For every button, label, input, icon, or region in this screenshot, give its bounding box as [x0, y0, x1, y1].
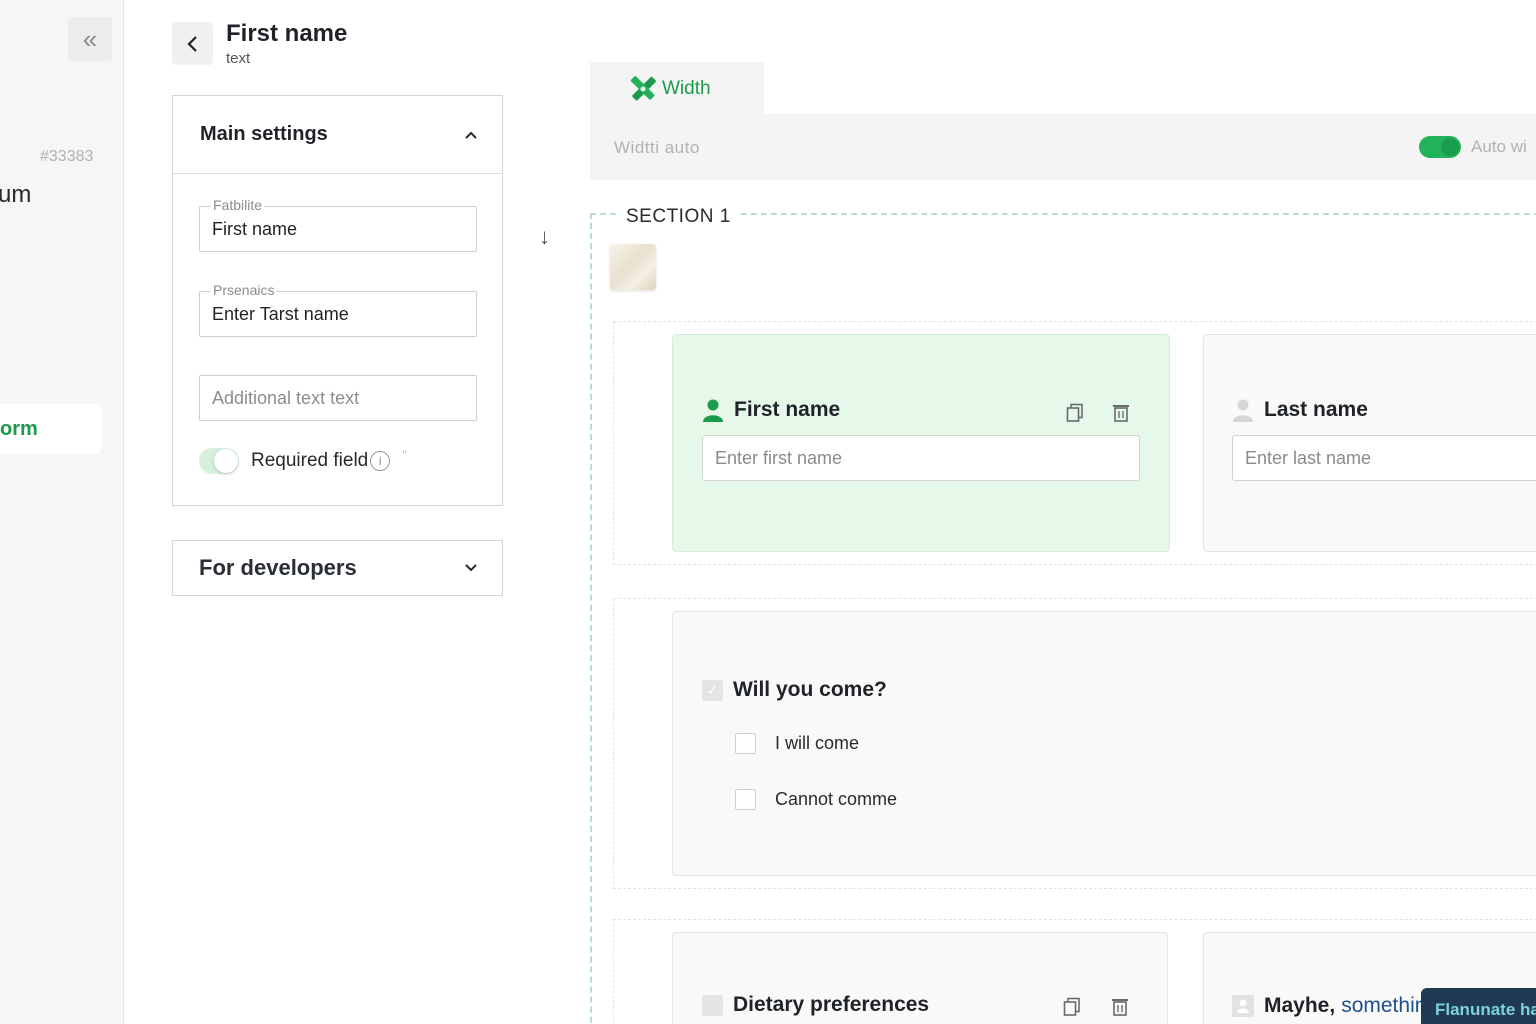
dietary-title: Dietary preferences	[702, 993, 929, 1017]
copy-icon[interactable]	[1064, 401, 1086, 425]
label-field: Fatbilite First name	[199, 197, 477, 252]
will-you-come-title: ✓ Will you come?	[702, 678, 887, 702]
additional-text-field: Additional text text	[199, 375, 477, 421]
first-name-input[interactable]: Enter first name	[702, 435, 1140, 481]
maybe-label: Mayhe,	[1264, 994, 1336, 1017]
last-name-card-title: Last name	[1232, 398, 1368, 422]
tab-width-label: Width	[662, 78, 711, 99]
maybe-sublabel: somethin	[1341, 994, 1427, 1017]
arrow-down-icon: ↓	[539, 224, 550, 249]
option-will-come[interactable]: I will come	[735, 733, 859, 754]
toast-notification[interactable]: Flanunate ha	[1421, 988, 1536, 1024]
maybe-title: Mayhe, somethin	[1232, 994, 1426, 1018]
placeholder-field-label: Prsenaics	[211, 282, 277, 298]
app-root: « #33383 um orm First name text Main set…	[0, 0, 1536, 1024]
main-settings-title: Main settings	[200, 123, 328, 145]
for-developers-panel[interactable]: For developers	[172, 540, 503, 596]
dietary-label: Dietary preferences	[733, 993, 930, 1016]
auto-width-label: Auto wi	[1471, 137, 1527, 156]
chevron-down-icon	[465, 564, 477, 572]
chevron-left-icon	[186, 35, 197, 52]
section-image-thumbnail[interactable]	[610, 244, 656, 290]
required-row: Required field i ''	[199, 448, 407, 474]
user-icon	[702, 398, 724, 422]
user-icon	[1232, 398, 1254, 422]
info-icon[interactable]: i	[370, 451, 391, 471]
last-name-label: Last name	[1264, 398, 1368, 421]
option-cannot-come-label: Cannot comme	[775, 789, 898, 809]
for-developers-title: For developers	[199, 555, 357, 580]
section-title: SECTION 1	[616, 206, 741, 228]
will-you-come-label: Will you come?	[733, 678, 887, 701]
back-button[interactable]	[172, 22, 213, 65]
form-name: um	[0, 181, 32, 208]
first-name-card-title: First name	[702, 398, 840, 422]
field-type: text	[226, 50, 251, 67]
required-label: Required field	[251, 450, 369, 471]
trash-icon[interactable]	[1109, 995, 1131, 1019]
label-field-label: Fatbilite	[211, 197, 265, 213]
checkbox-icon: ✓	[702, 679, 723, 701]
checkbox-icon	[702, 994, 723, 1016]
field-title: First name	[226, 20, 348, 47]
checkbox-icon-glyph	[702, 994, 723, 1016]
main-settings-header[interactable]: Main settings	[173, 96, 502, 174]
first-name-label: First name	[734, 398, 841, 421]
width-bar: Widtti auto Auto wi	[590, 114, 1536, 180]
double-chevron-left-icon: «	[82, 23, 98, 54]
nav-item-form-label: orm	[0, 417, 38, 440]
left-nav: « #33383 um orm	[0, 0, 124, 1024]
required-toggle[interactable]	[199, 448, 239, 474]
nav-item-form[interactable]: orm	[0, 404, 102, 454]
checkbox-icon-glyph: ✓	[702, 679, 723, 701]
main-settings-panel: Main settings Fatbilite First name Prsen…	[172, 95, 503, 506]
trash-icon[interactable]	[1110, 401, 1132, 425]
last-name-input[interactable]: Enter last name	[1232, 435, 1536, 481]
tab-width[interactable]: Width	[590, 62, 764, 116]
required-toggle-knob	[214, 449, 238, 473]
chevron-up-icon	[465, 131, 477, 139]
collapse-sidebar-button[interactable]: «	[68, 17, 112, 61]
copy-icon[interactable]	[1061, 995, 1083, 1019]
contact-icon	[1232, 995, 1254, 1017]
option-cannot-come-checkbox[interactable]	[735, 789, 756, 810]
placeholder-field: Prsenaics Enter Tarst name	[199, 282, 477, 337]
option-cannot-come[interactable]: Cannot comme	[735, 789, 897, 810]
option-will-come-checkbox[interactable]	[735, 733, 756, 754]
additional-text-input[interactable]: Additional text text	[199, 375, 477, 421]
required-mark: ''	[402, 448, 407, 462]
width-value: Widtti auto	[614, 138, 700, 157]
width-tools-icon	[630, 76, 656, 101]
auto-width-toggle[interactable]	[1419, 136, 1461, 158]
auto-width-toggle-knob	[1441, 138, 1459, 156]
option-will-come-label: I will come	[775, 733, 860, 753]
form-id: #33383	[40, 148, 94, 165]
